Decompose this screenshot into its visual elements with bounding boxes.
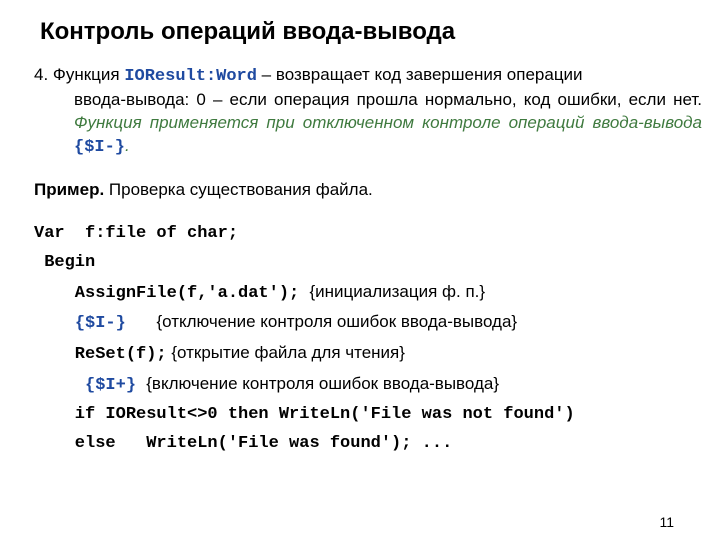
code-l5-comment: {открытие файла для чтения} — [167, 343, 405, 362]
example-text: Проверка существования файла. — [104, 180, 373, 199]
code-l6-sp — [136, 376, 146, 395]
code-l4-comment: {отключение контроля ошибок ввода-вывода… — [156, 312, 517, 331]
code-block: Var f:file of char; Begin AssignFile(f,'… — [34, 220, 702, 459]
code-line-8: else WriteLn('File was found'); ... — [34, 430, 702, 459]
note-green: Функция применяется при отключенном конт… — [74, 113, 702, 132]
code-l6-pad — [34, 376, 85, 395]
description-paragraph: 4. Функция IOResult:Word – возвращает ко… — [34, 64, 702, 160]
function-name: IOResult:Word — [124, 67, 257, 86]
text-post1: – возвращает код завершения операции — [257, 65, 583, 84]
page-title: Контроль операций ввода-вывода — [40, 18, 702, 46]
directive-i-minus: {$I-} — [74, 138, 125, 157]
code-line-4: {$I-} {отключение контроля ошибок ввода-… — [34, 308, 702, 339]
code-line-5: ReSet(f); {открытие файла для чтения} — [34, 339, 702, 370]
directive-i-plus-code: {$I+} — [85, 376, 136, 395]
item-number: 4. — [34, 65, 48, 84]
code-l3-code: AssignFile(f,'a.dat'); — [34, 284, 309, 303]
page-number: 11 — [659, 514, 674, 530]
example-line: Пример. Проверка существования файла. — [34, 180, 702, 200]
code-l6-comment: {включение контроля ошибок ввода-вывода} — [146, 374, 499, 393]
code-line-1: Var f:file of char; — [34, 220, 702, 249]
code-line-6: {$I+} {включение контроля ошибок ввода-в… — [34, 370, 702, 401]
note-green-end: . — [125, 136, 130, 155]
code-line-7: if IOResult<>0 then WriteLn('File was no… — [34, 401, 702, 430]
code-line-2: Begin — [34, 249, 702, 278]
code-l4-pad — [34, 314, 75, 333]
example-label: Пример. — [34, 180, 104, 199]
code-l3-comment: {инициализация ф. п.} — [309, 282, 485, 301]
text-pre: Функция — [48, 65, 124, 84]
code-l5-code: ReSet(f); — [34, 345, 167, 364]
text-line2: ввода-вывода: 0 – если операция прошла н… — [74, 90, 702, 109]
code-l4-sp — [126, 314, 157, 333]
directive-i-minus-code: {$I-} — [75, 314, 126, 333]
code-line-3: AssignFile(f,'a.dat'); {инициализация ф.… — [34, 278, 702, 309]
